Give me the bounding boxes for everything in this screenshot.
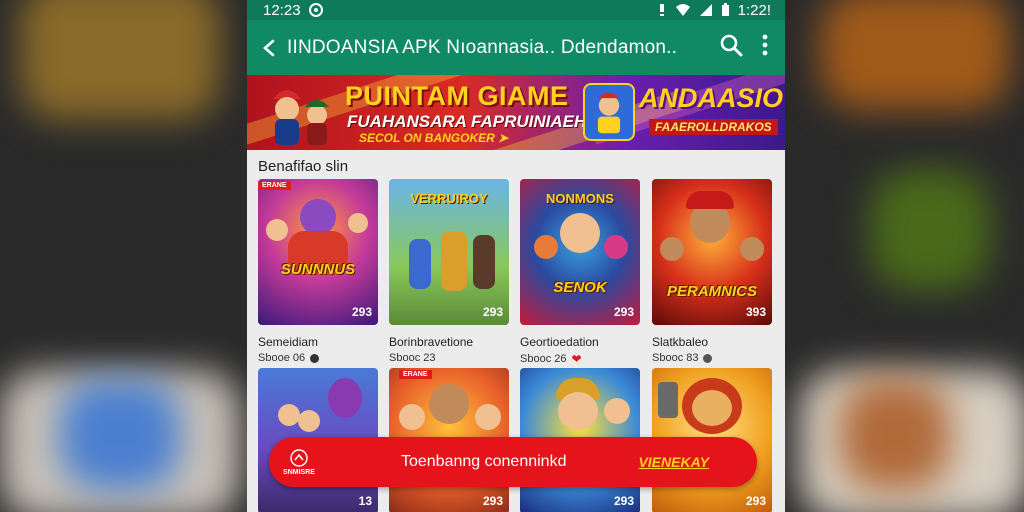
banner-mascot-image <box>273 90 329 145</box>
banner-subline: FUAHANSARA FAPRUINIAEHI <box>347 112 591 131</box>
back-arrow-icon <box>263 39 275 56</box>
game-meta: Sbooc 26 <box>520 353 567 365</box>
banner-brand: ANDAASIO <box>639 83 784 113</box>
search-button[interactable] <box>719 33 743 62</box>
wifi-icon <box>675 4 690 16</box>
game-art-title: SENOK <box>553 279 607 296</box>
game-name: Slatkbaleo <box>652 335 709 349</box>
game-number: 293 <box>613 494 634 508</box>
game-name: Borinbravetione <box>389 335 474 349</box>
game-tag: ERANE <box>258 181 291 190</box>
signal-icon <box>699 4 712 16</box>
game-number: 293 <box>482 305 503 319</box>
banner-character-badge <box>583 83 635 141</box>
snackbar-action-button[interactable]: VIENEKAY <box>638 454 709 470</box>
caret-up-icon <box>290 448 308 467</box>
game-thumbnail: VERRUIROY 293 <box>389 179 509 325</box>
game-card[interactable]: NONMONS SENOK 293 Geortioedation Sbooc 2… <box>520 179 640 366</box>
notification-icon <box>308 3 323 17</box>
status-time-left: 12:23 <box>263 1 301 19</box>
banner-brand-sub: FAAEROLLDRAKOS <box>649 119 778 135</box>
section-title: Benafifao slin <box>258 158 349 175</box>
game-thumbnail: ERANE SUNNNUS 293 <box>258 179 378 325</box>
game-card[interactable]: PERAMNICS 393 Slatkbaleo Sbooc 83 <box>652 179 772 364</box>
game-meta: Sbooc 23 <box>389 352 436 364</box>
game-meta: Sbooe 06 <box>258 352 306 364</box>
app-title: IINDOANSIA APK Nıoannasia.. Ddendamon.. <box>287 36 678 58</box>
snackbar-icon-button[interactable]: SNMISRE <box>269 448 329 476</box>
search-icon <box>720 34 743 57</box>
game-card[interactable]: VERRUIROY 293 Borinbravetione Sbooc 23 <box>389 179 509 364</box>
game-number: 13 <box>358 494 372 508</box>
snackbar-message: Toenbanng conenninkd <box>400 453 567 470</box>
game-number: 293 <box>613 305 634 319</box>
status-bar: 12:23 1:22! <box>247 0 785 20</box>
heart-icon: ❤ <box>571 352 582 366</box>
game-number: 393 <box>745 305 766 319</box>
game-meta: Sbooc 83 <box>652 352 699 364</box>
game-name: Semeidiam <box>258 335 319 349</box>
game-number: 293 <box>482 494 503 508</box>
banner-cta-link[interactable]: SECOL ON BANGOKER ➤ <box>359 131 508 145</box>
back-button[interactable] <box>257 39 281 57</box>
game-number: 293 <box>351 305 372 319</box>
game-card[interactable]: ERANE SUNNNUS 293 Semeidiam Sbooe 06 <box>258 179 378 364</box>
snackbar: SNMISRE Toenbanng conenninkd VIENEKAY <box>269 437 757 487</box>
game-name: Geortioedation <box>520 335 599 349</box>
game-tag: ERANE <box>399 370 432 379</box>
overflow-menu-button[interactable] <box>761 34 769 61</box>
promo-banner[interactable]: PUINTAM GIAME FUAHANSARA FAPRUINIAEHI SE… <box>247 75 785 150</box>
dnd-icon <box>659 4 664 16</box>
more-vertical-icon <box>762 34 768 56</box>
battery-icon <box>721 3 729 16</box>
snackbar-icon-label: SNMISRE <box>283 468 315 476</box>
status-time-right: 1:22! <box>737 1 771 19</box>
game-thumbnail: PERAMNICS 393 <box>652 179 772 325</box>
game-art-title: PERAMNICS <box>666 283 757 300</box>
status-dot-icon <box>310 353 320 363</box>
game-number: 293 <box>745 494 766 508</box>
status-dot-icon <box>703 353 713 363</box>
app-bar: IINDOANSIA APK Nıoannasia.. Ddendamon.. <box>247 20 785 75</box>
banner-headline: PUINTAM GIAME <box>345 81 569 111</box>
game-thumbnail: NONMONS SENOK 293 <box>520 179 640 325</box>
game-art-title: SUNNNUS <box>280 261 356 278</box>
game-art-top: VERRUIROY <box>410 191 488 206</box>
game-art-top: NONMONS <box>546 191 614 206</box>
